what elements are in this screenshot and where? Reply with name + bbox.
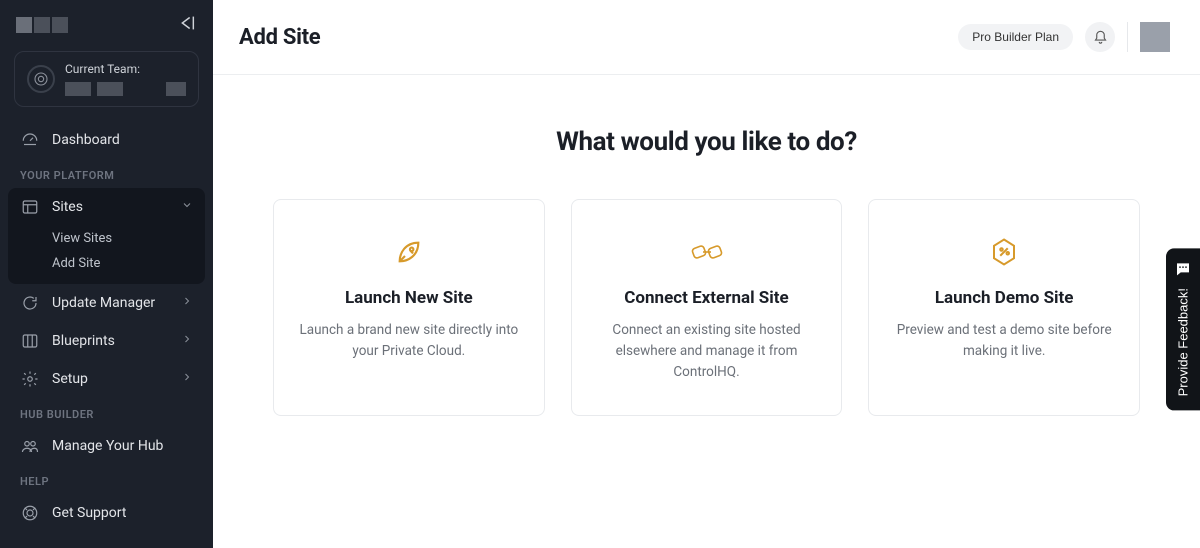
hexagon-icon xyxy=(891,234,1117,270)
page-header: Add Site Pro Builder Plan xyxy=(213,0,1200,75)
users-icon xyxy=(20,437,40,455)
page-title: Add Site xyxy=(239,25,320,50)
team-selector[interactable]: Current Team: xyxy=(14,51,199,107)
collapse-sidebar-button[interactable] xyxy=(175,14,197,35)
link-icon xyxy=(594,234,820,270)
header-divider xyxy=(1127,22,1128,52)
card-title: Launch Demo Site xyxy=(891,288,1117,308)
nav-sites-group: Sites View Sites Add Site xyxy=(8,188,205,284)
gauge-icon xyxy=(20,131,40,149)
nav-label: Sites xyxy=(52,199,83,215)
user-avatar[interactable] xyxy=(1140,22,1170,52)
chevron-right-icon xyxy=(181,295,193,311)
rocket-icon xyxy=(296,234,522,270)
chevron-right-icon xyxy=(181,371,193,387)
team-avatar-icon xyxy=(27,65,55,93)
plan-badge[interactable]: Pro Builder Plan xyxy=(958,24,1073,50)
option-cards: Launch New Site Launch a brand new site … xyxy=(273,199,1140,416)
nav-label: Manage Your Hub xyxy=(52,438,163,454)
bell-icon xyxy=(1093,30,1108,45)
nav-blueprints[interactable]: Blueprints xyxy=(0,322,213,360)
card-title: Launch New Site xyxy=(296,288,522,308)
nav-label: Blueprints xyxy=(52,333,115,349)
app-logo xyxy=(16,17,68,33)
card-launch-new-site[interactable]: Launch New Site Launch a brand new site … xyxy=(273,199,545,416)
columns-icon xyxy=(20,332,40,350)
card-desc: Connect an existing site hosted elsewher… xyxy=(594,320,820,383)
nav-section-hub: HUB BUILDER xyxy=(0,398,213,427)
feedback-tab[interactable]: Provide Feedback! xyxy=(1166,248,1200,410)
nav-section-help: HELP xyxy=(0,465,213,494)
gear-icon xyxy=(20,370,40,388)
nav-label: Setup xyxy=(52,371,88,387)
chat-icon xyxy=(1174,260,1192,278)
nav-label: Update Manager xyxy=(52,295,155,311)
notifications-button[interactable] xyxy=(1085,22,1115,52)
card-launch-demo[interactable]: Launch Demo Site Preview and test a demo… xyxy=(868,199,1140,416)
nav-section-platform: YOUR PLATFORM xyxy=(0,159,213,188)
team-thumbnails xyxy=(65,82,186,96)
nav-label: Get Support xyxy=(52,505,126,521)
card-connect-external[interactable]: Connect External Site Connect an existin… xyxy=(571,199,843,416)
main-area: Add Site Pro Builder Plan What would you… xyxy=(213,0,1200,548)
nav-update-manager[interactable]: Update Manager xyxy=(0,284,213,322)
lifebuoy-icon xyxy=(20,504,40,522)
chevron-right-icon xyxy=(181,333,193,349)
nav-sites-add[interactable]: Add Site xyxy=(52,251,205,276)
feedback-label: Provide Feedback! xyxy=(1176,288,1191,396)
nav-get-support[interactable]: Get Support xyxy=(0,494,213,532)
team-label: Current Team: xyxy=(65,62,186,76)
nav-label: Dashboard xyxy=(52,132,120,148)
card-desc: Preview and test a demo site before maki… xyxy=(891,320,1117,362)
card-title: Connect External Site xyxy=(594,288,820,308)
refresh-icon xyxy=(20,294,40,312)
layout-icon xyxy=(20,198,40,216)
chevron-down-icon xyxy=(181,199,193,215)
nav-setup[interactable]: Setup xyxy=(0,360,213,398)
nav-manage-hub[interactable]: Manage Your Hub xyxy=(0,427,213,465)
nav-sites[interactable]: Sites xyxy=(8,188,205,226)
card-desc: Launch a brand new site directly into yo… xyxy=(296,320,522,362)
sidebar: Current Team: Dashboard YOUR PLATFORM Si… xyxy=(0,0,213,548)
nav-dashboard[interactable]: Dashboard xyxy=(0,121,213,159)
main-heading: What would you like to do? xyxy=(273,127,1140,157)
nav-sites-view[interactable]: View Sites xyxy=(52,226,205,251)
